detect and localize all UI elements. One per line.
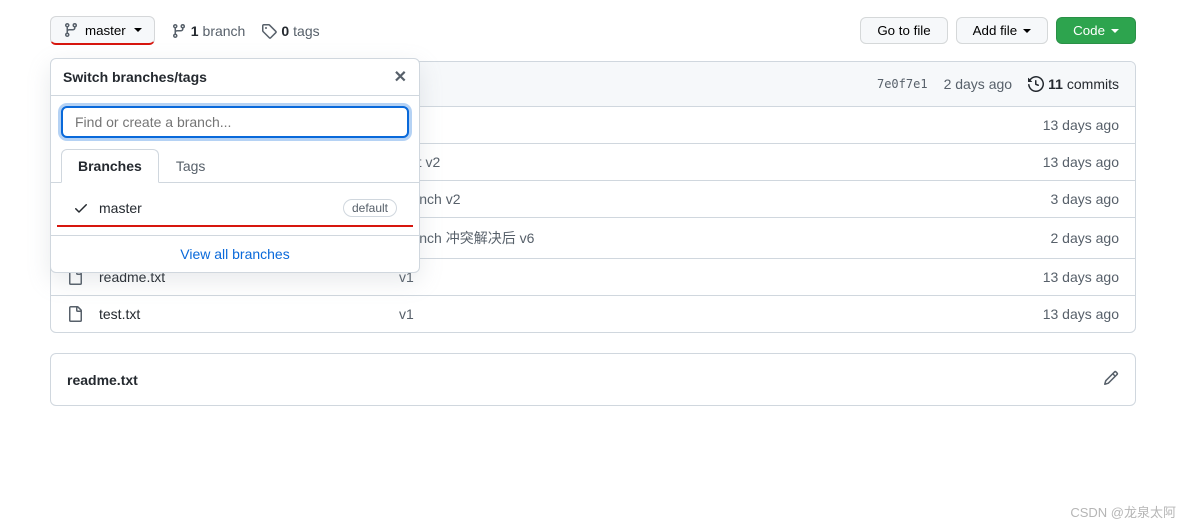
goto-file-button[interactable]: Go to file	[860, 17, 947, 44]
file-row[interactable]: test.txt v1 13 days ago	[51, 296, 1135, 332]
code-button[interactable]: Code	[1056, 17, 1136, 44]
branch-count-number: 1	[191, 23, 199, 39]
caret-down-icon	[1023, 29, 1031, 33]
file-commit-msg[interactable]: v1	[399, 306, 1043, 322]
branch-count-word: branch	[203, 23, 246, 39]
git-branch-icon	[63, 22, 79, 38]
file-commit-msg[interactable]: v1	[399, 269, 1043, 285]
code-label: Code	[1073, 23, 1105, 38]
dropdown-title: Switch branches/tags	[63, 69, 207, 85]
file-time: 3 days ago	[1051, 191, 1120, 207]
check-icon	[73, 200, 89, 216]
commits-link[interactable]: 11 commits	[1028, 76, 1119, 92]
edit-button[interactable]	[1103, 370, 1119, 389]
branch-selector-label: master	[85, 23, 126, 38]
branch-selector-button[interactable]: master	[50, 16, 155, 45]
file-name[interactable]: test.txt	[99, 306, 399, 322]
readme-box: readme.txt	[50, 353, 1136, 406]
branch-name: master	[99, 200, 142, 216]
file-time: 13 days ago	[1043, 306, 1119, 322]
file-commit-msg[interactable]: test v2	[399, 154, 1043, 170]
file-time: 13 days ago	[1043, 117, 1119, 133]
history-icon	[1028, 76, 1044, 92]
commit-time: 2 days ago	[944, 76, 1013, 92]
tab-tags[interactable]: Tags	[159, 149, 223, 183]
caret-down-icon	[134, 28, 142, 32]
commit-word: commits	[1067, 76, 1119, 92]
watermark: CSDN @龙泉太阿	[1070, 502, 1176, 521]
close-icon[interactable]: ✕	[394, 67, 407, 87]
tag-count-word: tags	[293, 23, 319, 39]
default-badge: default	[343, 199, 397, 217]
tag-count-link[interactable]: 0 tags	[261, 23, 319, 39]
readme-title: readme.txt	[67, 372, 138, 388]
left-controls: master 1 branch 0 tags	[50, 16, 320, 45]
file-time: 2 days ago	[1051, 230, 1120, 246]
git-branch-icon	[171, 23, 187, 39]
dropdown-tabs: Branches Tags	[51, 148, 419, 183]
branch-dropdown: Switch branches/tags ✕ Branches Tags mas…	[50, 58, 420, 273]
branch-search-input[interactable]	[61, 106, 409, 138]
tab-branches[interactable]: Branches	[61, 149, 159, 183]
pencil-icon	[1103, 370, 1119, 386]
view-all-branches-link[interactable]: View all branches	[51, 235, 419, 272]
tag-icon	[261, 23, 277, 39]
branch-list-item[interactable]: master default	[57, 191, 413, 227]
commit-count: 11	[1048, 76, 1063, 92]
caret-down-icon	[1111, 29, 1119, 33]
file-commit-msg[interactable]: v2	[399, 117, 1043, 133]
toolbar: master 1 branch 0 tags Go to file Add fi…	[50, 16, 1136, 45]
file-time: 13 days ago	[1043, 269, 1119, 285]
branch-list: master default	[51, 183, 419, 235]
dropdown-body	[51, 96, 419, 148]
tag-count-number: 0	[281, 23, 289, 39]
file-icon	[67, 306, 83, 322]
dropdown-header: Switch branches/tags ✕	[51, 59, 419, 96]
file-time: 13 days ago	[1043, 154, 1119, 170]
commit-sha[interactable]: 7e0f7e1	[877, 77, 928, 91]
add-file-button[interactable]: Add file	[956, 17, 1048, 44]
add-file-label: Add file	[973, 23, 1017, 38]
branch-count-link[interactable]: 1 branch	[171, 23, 246, 39]
file-commit-msg[interactable]: branch 冲突解决后 v6	[399, 228, 1051, 248]
file-commit-msg[interactable]: branch v2	[399, 191, 1051, 207]
right-controls: Go to file Add file Code	[860, 17, 1136, 44]
